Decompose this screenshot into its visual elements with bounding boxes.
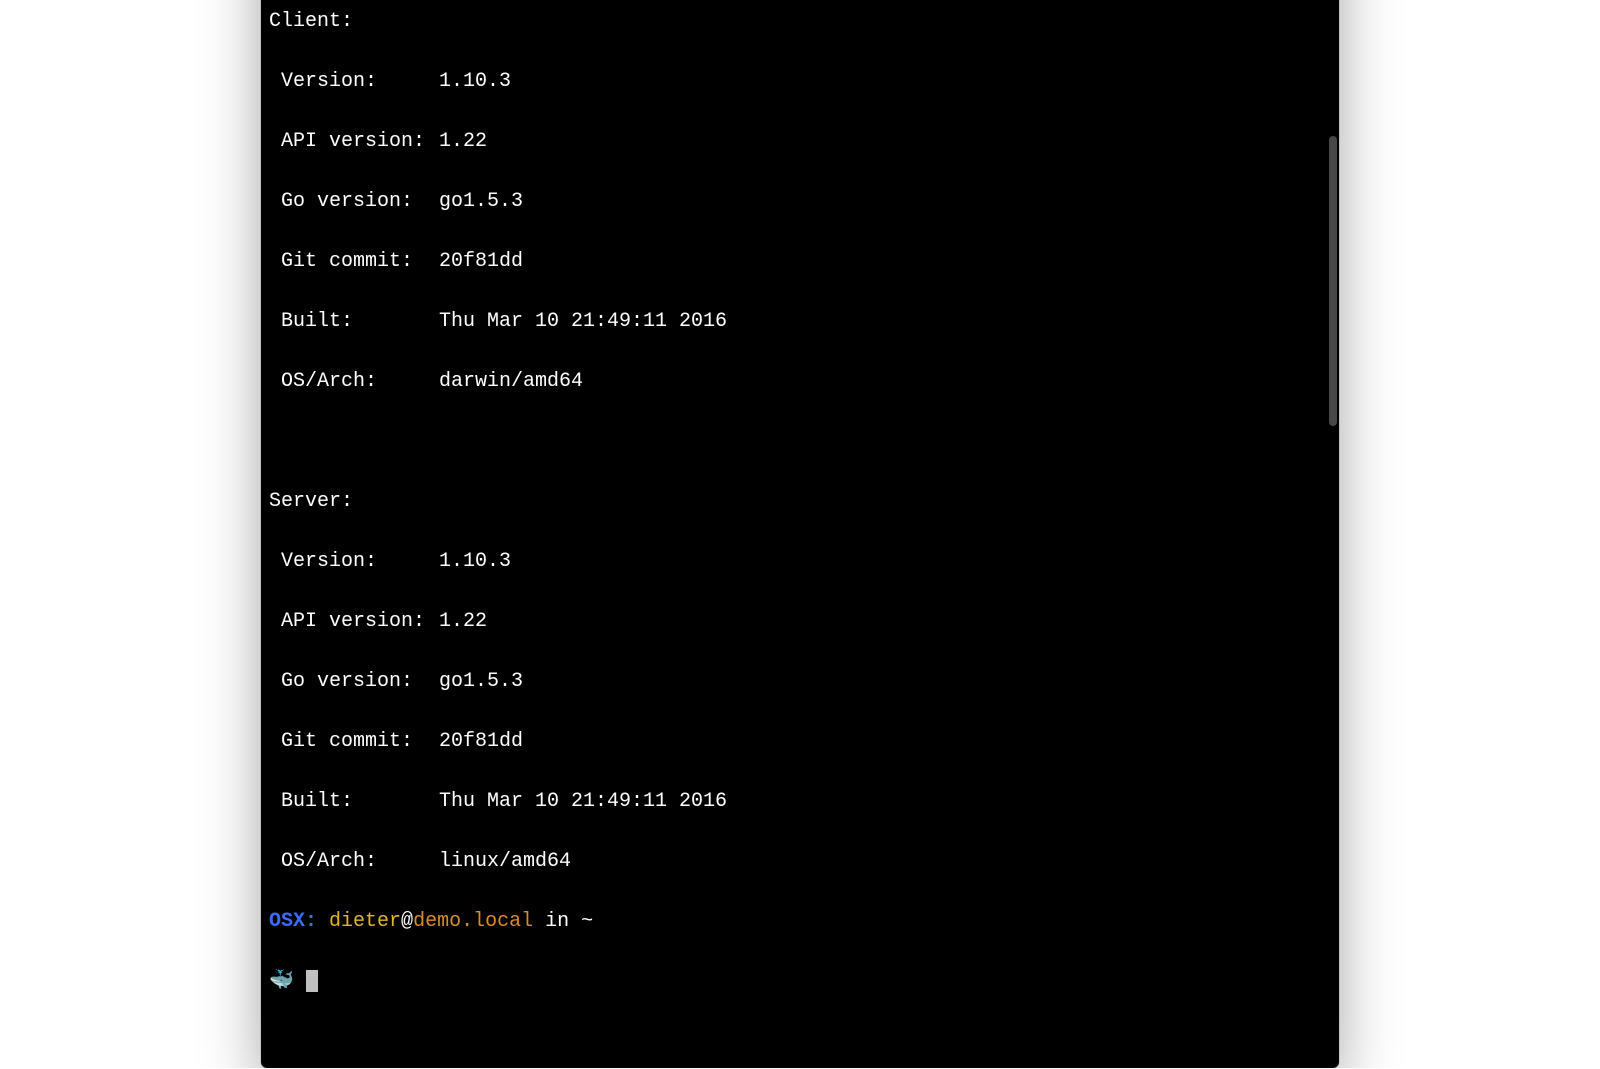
prompt-user: dieter xyxy=(329,910,401,933)
cursor-line[interactable]: 🐳 xyxy=(269,967,1331,998)
terminal-window: 1. Docker for Mac (bash) OSX: dieter@dem… xyxy=(261,0,1339,1068)
server-version: Version:1.10.3 xyxy=(269,547,1331,577)
scrollbar[interactable] xyxy=(1329,0,1337,1064)
client-os: OS/Arch:darwin/amd64 xyxy=(269,367,1331,397)
server-built: Built:Thu Mar 10 21:49:11 2016 xyxy=(269,787,1331,817)
client-git: Git commit:20f81dd xyxy=(269,247,1331,277)
client-go: Go version:go1.5.3 xyxy=(269,187,1331,217)
prompt-line-2: OSX: dieter@demo.local in ~ xyxy=(269,907,1331,937)
server-git: Git commit:20f81dd xyxy=(269,727,1331,757)
terminal-body[interactable]: OSX: dieter@demo.local in ~ 🐳 docker ver… xyxy=(261,0,1339,1068)
server-os: OS/Arch:linux/amd64 xyxy=(269,847,1331,877)
cursor-icon xyxy=(306,970,318,992)
scrollbar-thumb[interactable] xyxy=(1329,136,1337,426)
server-api: API version:1.22 xyxy=(269,607,1331,637)
client-version: Version:1.10.3 xyxy=(269,67,1331,97)
server-go: Go version:go1.5.3 xyxy=(269,667,1331,697)
client-header: Client: xyxy=(269,7,1331,37)
whale-icon: 🐳 xyxy=(269,967,294,997)
client-built: Built:Thu Mar 10 21:49:11 2016 xyxy=(269,307,1331,337)
blank-line xyxy=(269,427,1331,457)
prompt-host: demo.local xyxy=(413,910,533,933)
prompt-at: @ xyxy=(401,910,413,933)
client-api: API version:1.22 xyxy=(269,127,1331,157)
server-header: Server: xyxy=(269,487,1331,517)
prompt-path: ~ xyxy=(581,910,593,933)
prompt-in: in xyxy=(545,910,569,933)
prompt-prefix: OSX: xyxy=(269,910,317,933)
